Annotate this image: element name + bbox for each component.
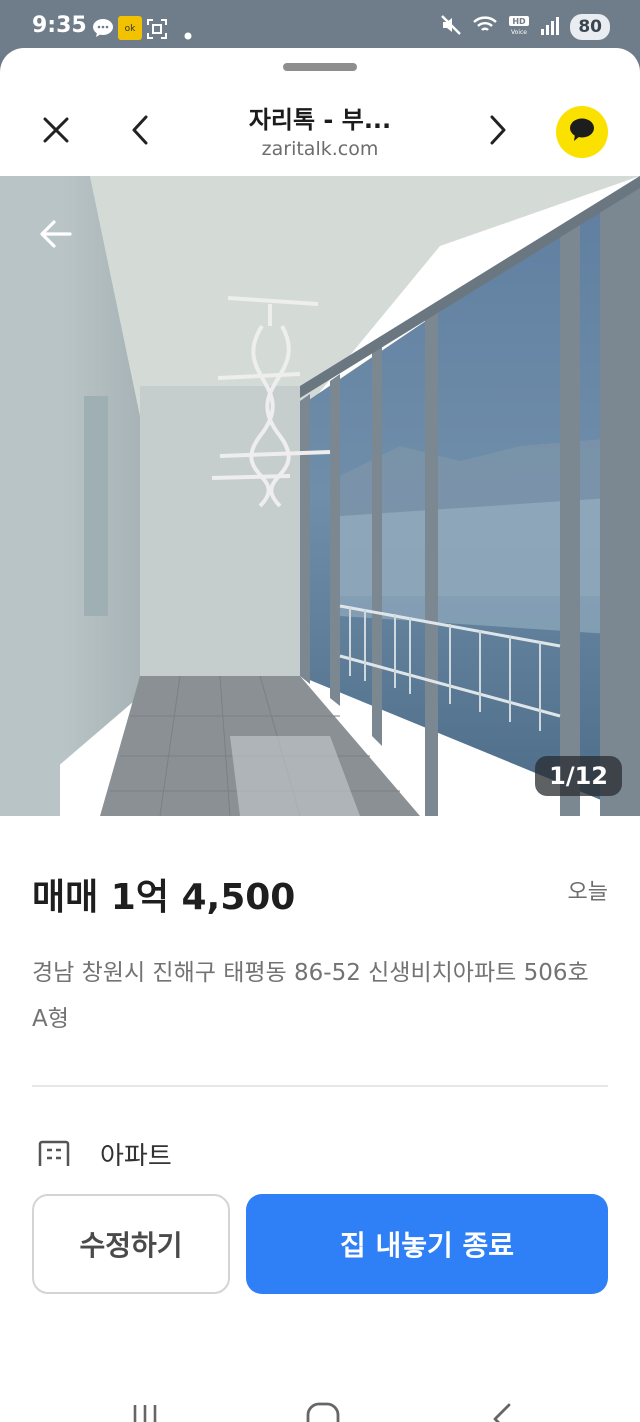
dot-icon (184, 25, 192, 44)
nav-back-button[interactable] (472, 1396, 532, 1422)
property-type-row: 아파트 (32, 1136, 632, 1166)
signal-icon (540, 15, 560, 39)
svg-text:Voice: Voice (511, 29, 527, 36)
home-button[interactable] (293, 1396, 353, 1422)
action-bar: 수정하기 집 내놓기 종료 (0, 1166, 640, 1366)
back-icon (491, 1402, 513, 1422)
divider (32, 1085, 608, 1087)
kakao-talk-icon (568, 117, 596, 147)
building-icon (38, 1140, 70, 1166)
chat-bubble-icon (92, 18, 114, 42)
mute-icon (440, 14, 462, 40)
listing-address: 경남 창원시 진해구 태평동 86-52 신생비치아파트 506호 A형 (32, 960, 589, 1032)
site-title: 자리톡 - 부... (248, 106, 392, 134)
hd-voice-icon: HD Voice (508, 14, 530, 40)
balcony-photo (0, 176, 640, 816)
posted-date: 오늘 (567, 880, 608, 905)
edit-button[interactable]: 수정하기 (32, 1194, 230, 1294)
forward-button[interactable] (476, 110, 520, 154)
arrow-left-icon (39, 219, 73, 249)
back-chevron-icon (129, 114, 151, 150)
site-domain: zaritalk.com (261, 138, 379, 160)
wifi-icon (472, 14, 498, 40)
forward-chevron-icon (487, 114, 509, 150)
browser-sheet: 자리톡 - 부... zaritalk.com 1/12 매매 1억 4,500… (0, 48, 640, 1422)
back-button[interactable] (118, 110, 162, 154)
property-type: 아파트 (100, 1142, 172, 1166)
screenshot-icon (146, 18, 168, 44)
recent-apps-icon (129, 1403, 161, 1422)
battery-indicator: 80 (570, 14, 610, 40)
close-icon (41, 115, 71, 149)
photo-counter: 1/12 (535, 756, 622, 796)
photo-back-button[interactable] (34, 212, 78, 256)
listing-price: 매매 1억 4,500 (32, 877, 296, 918)
system-nav-bar (0, 1366, 640, 1422)
app-badge-icon: ok (118, 16, 142, 44)
home-icon (306, 1402, 340, 1422)
listing-photo[interactable]: 1/12 (0, 176, 640, 816)
close-button[interactable] (34, 110, 78, 154)
end-listing-button[interactable]: 집 내놓기 종료 (246, 1194, 608, 1294)
status-right: HD Voice 80 (440, 14, 610, 40)
recent-apps-button[interactable] (115, 1396, 175, 1422)
drag-handle[interactable] (283, 63, 357, 71)
svg-text:ok: ok (125, 24, 137, 34)
status-time: 9:35 (32, 13, 87, 38)
svg-text:HD: HD (513, 17, 527, 26)
browser-top-bar: 자리톡 - 부... zaritalk.com (0, 88, 640, 176)
kakao-talk-button[interactable] (556, 106, 608, 158)
